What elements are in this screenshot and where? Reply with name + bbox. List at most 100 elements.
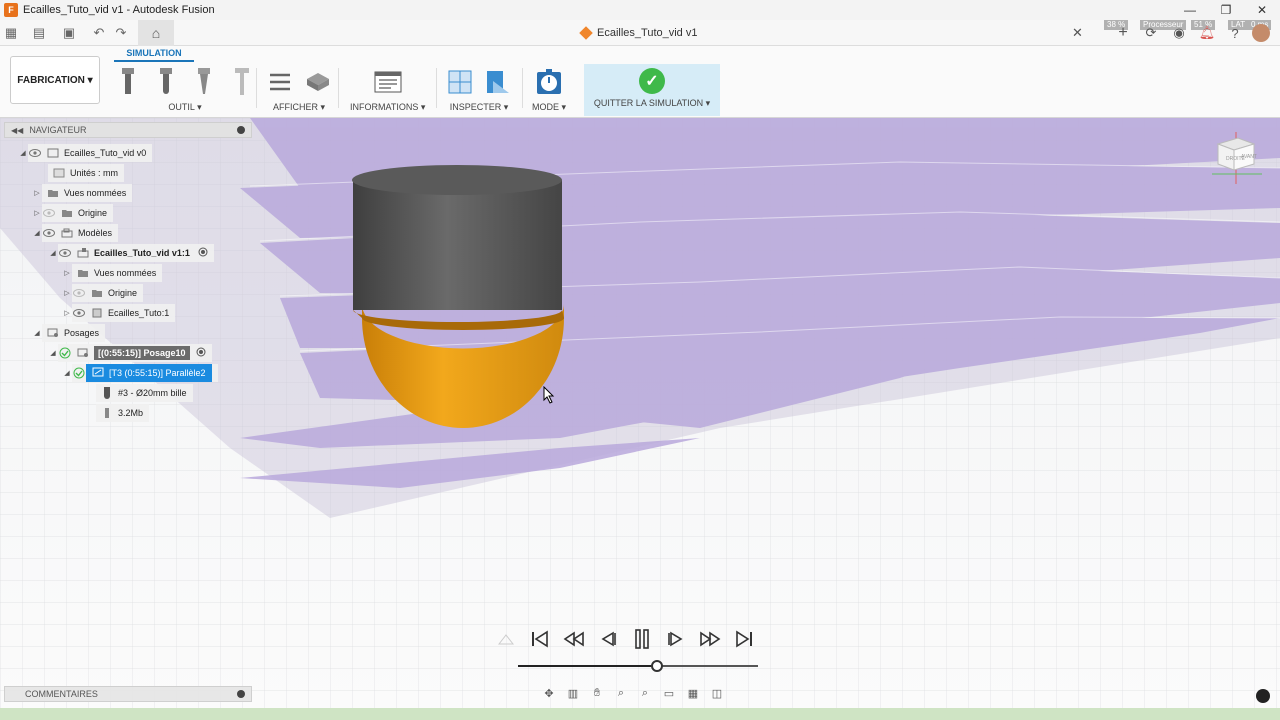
job-status-icon[interactable]: ◉ (1168, 22, 1190, 44)
mode-group[interactable]: MODE ▾ (532, 66, 566, 113)
separator (522, 68, 523, 108)
expand-arrow-icon[interactable]: ◢ (32, 229, 42, 237)
folder-icon (90, 288, 104, 298)
tree-item[interactable]: #3 - Ø20mm bille (96, 384, 193, 402)
restore-button[interactable]: ❐ (1208, 0, 1244, 20)
outil-group[interactable]: OUTIL ▾ (114, 66, 256, 113)
expand-arrow-icon[interactable]: ◢ (48, 249, 58, 257)
window-title: Ecailles_Tuto_vid v1 - Autodesk Fusion (23, 4, 215, 16)
separator (338, 68, 339, 108)
tree-item[interactable]: ◢ Posages (32, 324, 106, 342)
tree-item[interactable]: ▷ Ecailles_Tuto:1 (62, 304, 176, 322)
collapse-icon[interactable]: ◀◀ (11, 126, 23, 135)
avatar[interactable] (1252, 24, 1270, 42)
notification-icon[interactable]: 🔔︎ (1196, 22, 1218, 44)
measure-icon[interactable] (446, 68, 474, 96)
redo-icon[interactable]: ↷ (110, 22, 132, 44)
workspace-switcher-button[interactable]: FABRICATION ▾ (10, 56, 100, 104)
tree-item[interactable]: ▷ Vues nommées (32, 184, 133, 202)
stopwatch-icon[interactable] (535, 68, 563, 96)
tree-item[interactable]: ◢ Ecailles_Tuto_vid v1:1 (48, 244, 214, 262)
quit-simulation-button[interactable]: ✓ QUITTER LA SIMULATION ▾ (584, 64, 720, 116)
step-back-icon[interactable] (596, 627, 620, 651)
expand-arrow-icon[interactable]: ▷ (62, 309, 72, 317)
expand-arrow-icon[interactable]: ▷ (32, 209, 42, 217)
expand-arrow-icon[interactable]: ▷ (62, 269, 72, 277)
home-icon[interactable]: ⌂ (138, 19, 174, 46)
look-at-icon[interactable]: ▥ (564, 685, 582, 701)
afficher-group[interactable]: AFFICHER ▾ (266, 66, 332, 113)
holder-icon[interactable] (228, 68, 256, 96)
sync-icon[interactable]: ⟳ (1140, 22, 1162, 44)
file-menu-icon[interactable]: ▤ (28, 22, 50, 44)
skip-to-start-icon[interactable] (528, 627, 552, 651)
toolbar: SIMULATION FABRICATION ▾ OUTIL ▾ AFFICHE… (0, 46, 1280, 118)
tree-item[interactable]: ▷ Origine (32, 204, 114, 222)
eye-icon[interactable] (72, 308, 86, 318)
eye-hidden-icon[interactable] (72, 288, 86, 298)
activate-radio-icon[interactable] (198, 247, 208, 259)
flat-mill-icon[interactable] (114, 68, 142, 96)
section-icon[interactable] (484, 68, 512, 96)
tree-item[interactable]: ◢ Modèles (32, 224, 119, 242)
expand-arrow-icon[interactable]: ◢ (48, 349, 58, 357)
eye-icon[interactable] (28, 148, 42, 158)
previous-operation-icon[interactable] (562, 627, 586, 651)
step-forward-icon[interactable] (664, 627, 688, 651)
tree-item-selected[interactable]: ◢ [T3 (0:55:15)] Parallèle2 (62, 364, 218, 382)
body-icon (90, 308, 104, 318)
activate-radio-icon[interactable] (196, 347, 206, 359)
pause-icon[interactable] (630, 627, 654, 651)
grid-settings-icon[interactable]: ▦ (684, 685, 702, 701)
afficher-label: AFFICHER ▾ (272, 102, 326, 112)
save-icon[interactable]: ▣ (58, 22, 80, 44)
toolpath-lines-icon[interactable] (266, 68, 294, 96)
assistant-icon[interactable] (1256, 689, 1270, 703)
expand-arrow-icon[interactable]: ◢ (62, 369, 72, 377)
informations-group[interactable]: INFORMATIONS ▾ (350, 66, 425, 113)
inspecter-group[interactable]: INSPECTER ▾ (446, 66, 512, 113)
zoom-icon[interactable]: ⌕ (612, 685, 630, 701)
simulation-timeline-slider[interactable] (518, 660, 758, 672)
minimize-button[interactable]: — (1172, 0, 1208, 20)
tree-item[interactable]: ▷ Origine (62, 284, 144, 302)
expand-arrow-icon[interactable]: ◢ (18, 149, 28, 157)
add-tab-icon[interactable]: + (1112, 22, 1134, 44)
tree-item[interactable]: ◢ Ecailles_Tuto_vid v0 (18, 144, 153, 162)
expand-arrow-icon[interactable]: ◢ (32, 329, 42, 337)
operation-label: [T3 (0:55:15)] Parallèle2 (109, 368, 206, 378)
tree-item[interactable]: 3.2Mb (96, 404, 150, 422)
undo-icon[interactable]: ↶ (88, 22, 110, 44)
skip-to-end-icon[interactable] (732, 627, 756, 651)
info-panel-icon[interactable] (374, 68, 402, 96)
view-cube[interactable]: DROITE AVANT (1208, 130, 1264, 186)
document-tab[interactable]: Ecailles_Tuto_vid v1 (579, 20, 697, 46)
tree-item[interactable]: ◢ [(0:55:15)] Posage10 (48, 344, 212, 362)
help-icon[interactable]: ? (1224, 22, 1246, 44)
grid-menu-icon[interactable]: ▦ (0, 22, 22, 44)
settings-icon[interactable] (494, 627, 518, 651)
close-window-button[interactable]: ✕ (1244, 0, 1280, 20)
expand-arrow-icon[interactable]: ▷ (32, 189, 42, 197)
comments-panel[interactable]: COMMENTAIRES (4, 686, 252, 702)
stock-display-icon[interactable] (304, 68, 332, 96)
eye-hidden-icon[interactable] (42, 208, 56, 218)
viewports-icon[interactable]: ◫ (708, 685, 726, 701)
tree-item[interactable]: ▷ Vues nommées (62, 264, 163, 282)
pan-icon[interactable]: ✋︎ (588, 685, 606, 701)
expand-arrow-icon[interactable]: ▷ (62, 289, 72, 297)
tree-item[interactable]: Unités : mm (48, 164, 125, 182)
navigator-header[interactable]: ◀◀ NAVIGATEUR (4, 122, 252, 138)
pin-icon[interactable] (237, 126, 245, 134)
orbit-icon[interactable]: ✥ (540, 685, 558, 701)
tab-simulation[interactable]: SIMULATION (114, 48, 194, 62)
next-operation-icon[interactable] (698, 627, 722, 651)
display-settings-icon[interactable]: ▭ (660, 685, 678, 701)
eye-icon[interactable] (58, 248, 72, 258)
ball-mill-icon[interactable] (152, 68, 180, 96)
add-comment-icon[interactable] (237, 690, 245, 698)
zoom-window-icon[interactable]: ⌕ (636, 685, 654, 701)
chamfer-mill-icon[interactable] (190, 68, 218, 96)
close-tab-button[interactable]: ✕ (1072, 20, 1083, 46)
eye-icon[interactable] (42, 228, 56, 238)
